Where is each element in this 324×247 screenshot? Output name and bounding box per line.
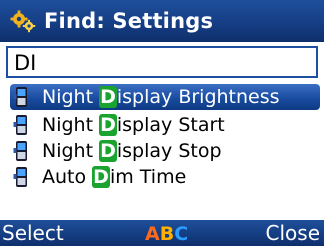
input-mode-abc-indicator[interactable]: ABC — [145, 221, 188, 247]
close-softkey[interactable]: Close — [266, 220, 320, 246]
list-item-label: Night Display Start — [42, 114, 225, 136]
match-highlight: D — [99, 86, 117, 108]
list-item-label: Night Display Stop — [42, 140, 222, 162]
match-highlight: D — [99, 114, 117, 136]
softkey-bar: Select ABC Close — [0, 220, 324, 246]
settings-gears-icon — [10, 10, 36, 33]
select-softkey[interactable]: Select — [2, 220, 64, 246]
phone-icon — [13, 167, 27, 187]
phone-icon — [13, 141, 27, 161]
list-item[interactable]: Auto Dim Time — [10, 164, 320, 190]
match-highlight: D — [99, 140, 117, 162]
match-highlight: D — [92, 166, 110, 188]
search-value: DI — [14, 51, 37, 75]
title-bar: Find: Settings — [0, 0, 324, 42]
list-item-label: Auto Dim Time — [42, 166, 187, 188]
list-item[interactable]: Night Display Start — [10, 112, 320, 138]
page-title: Find: Settings — [44, 9, 214, 33]
phone-icon — [13, 115, 27, 135]
search-input[interactable]: DI — [6, 46, 318, 78]
list-item[interactable]: Night Display Stop — [10, 138, 320, 164]
phone-icon — [13, 87, 27, 107]
list-item-label: Night Display Brightness — [42, 86, 280, 108]
list-item[interactable]: Night Display Brightness — [10, 84, 320, 110]
